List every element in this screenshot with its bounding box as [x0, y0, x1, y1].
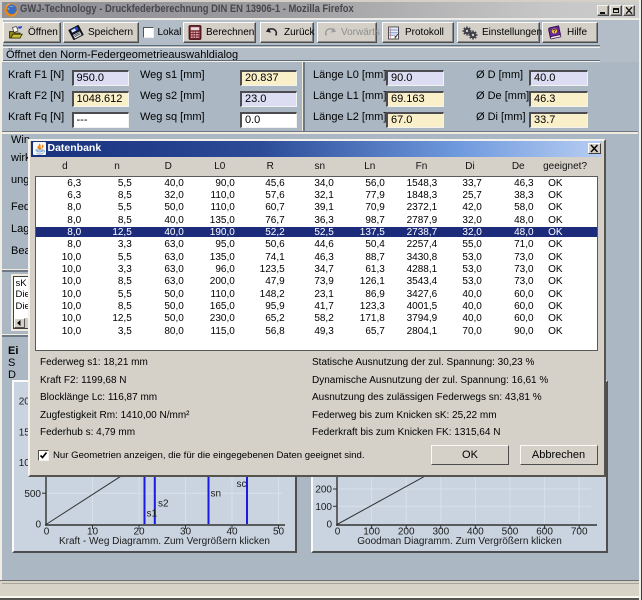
svg-text:0: 0	[35, 520, 41, 531]
svg-text:500: 500	[24, 489, 41, 500]
svg-text:0: 0	[326, 520, 332, 531]
svg-text:700: 700	[571, 527, 588, 538]
svg-text:s1: s1	[147, 509, 158, 520]
svg-text:Goodman Diagramm. Zum Vergröße: Goodman Diagramm. Zum Vergrößern klicken	[357, 536, 562, 547]
svg-text:Kraft - Weg Diagramm. Zum Verg: Kraft - Weg Diagramm. Zum Vergrößern kli…	[59, 536, 270, 547]
svg-text:0: 0	[335, 527, 341, 538]
svg-text:50: 50	[273, 527, 285, 538]
svg-text:200: 200	[315, 485, 332, 496]
svg-text:100: 100	[315, 502, 332, 513]
svg-text:sn: sn	[211, 489, 222, 500]
svg-text:s2: s2	[158, 499, 169, 510]
svg-text:sc: sc	[237, 479, 247, 490]
svg-text:0: 0	[44, 527, 50, 538]
